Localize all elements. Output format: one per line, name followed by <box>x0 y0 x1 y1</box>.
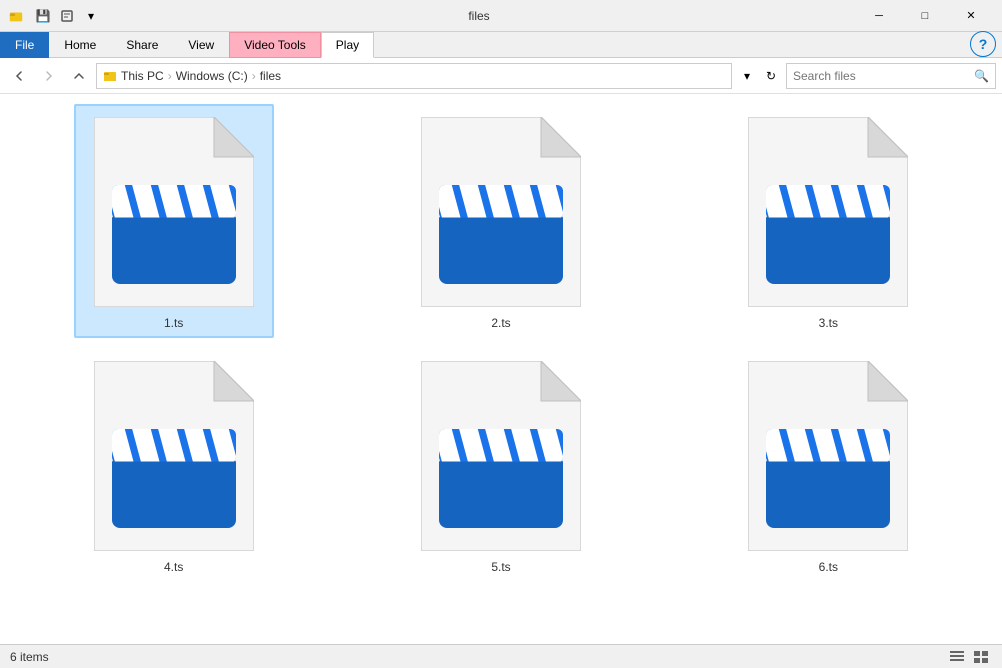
tab-play[interactable]: Play <box>321 32 374 58</box>
file-label: 4.ts <box>164 560 183 574</box>
address-actions: ▾ ↻ <box>736 65 782 87</box>
tab-share[interactable]: Share <box>111 32 173 58</box>
tab-file[interactable]: File <box>0 32 49 58</box>
folder-icon <box>103 69 117 83</box>
view-buttons <box>946 648 992 666</box>
search-input[interactable] <box>793 69 970 83</box>
file-label: 3.ts <box>819 316 838 330</box>
file-item-5.ts[interactable]: 5.ts <box>401 348 601 582</box>
file-label: 6.ts <box>819 560 838 574</box>
file-item-4.ts[interactable]: 4.ts <box>74 348 274 582</box>
file-icon <box>89 112 259 312</box>
refresh-button[interactable]: ↻ <box>760 65 782 87</box>
tab-view[interactable]: View <box>173 32 229 58</box>
properties-quick-btn[interactable] <box>56 5 78 27</box>
file-icon <box>416 112 586 312</box>
breadcrumb-this-pc[interactable]: This PC <box>121 69 164 83</box>
breadcrumb-windows[interactable]: Windows (C:) <box>176 69 248 83</box>
item-count: 6 items <box>10 650 49 664</box>
forward-button[interactable] <box>36 63 62 89</box>
title-bar: 💾 ▾ files ─ □ ✕ <box>0 0 1002 32</box>
tab-video-tools[interactable]: Video Tools <box>229 32 321 58</box>
file-label: 1.ts <box>164 316 183 330</box>
close-button[interactable]: ✕ <box>948 0 994 32</box>
app-icon <box>8 8 24 24</box>
up-button[interactable] <box>66 63 92 89</box>
main-area: 1.ts 2.ts <box>0 94 1002 644</box>
file-item-1.ts[interactable]: 1.ts <box>74 104 274 338</box>
search-bar[interactable]: 🔍 <box>786 63 996 89</box>
file-grid: 1.ts 2.ts <box>0 94 1002 644</box>
file-label: 5.ts <box>491 560 510 574</box>
back-button[interactable] <box>6 63 32 89</box>
minimize-button[interactable]: ─ <box>856 0 902 32</box>
maximize-button[interactable]: □ <box>902 0 948 32</box>
file-item-2.ts[interactable]: 2.ts <box>401 104 601 338</box>
tab-home[interactable]: Home <box>49 32 111 58</box>
file-item-3.ts[interactable]: 3.ts <box>728 104 928 338</box>
navigation-bar: This PC › Windows (C:) › files ▾ ↻ 🔍 <box>0 58 1002 94</box>
address-dropdown-btn[interactable]: ▾ <box>736 65 758 87</box>
file-icon <box>743 112 913 312</box>
details-view-button[interactable] <box>946 648 968 666</box>
save-quick-btn[interactable]: 💾 <box>32 5 54 27</box>
breadcrumb-files[interactable]: files <box>260 69 281 83</box>
window-icon-area <box>8 8 24 24</box>
window-controls: ─ □ ✕ <box>856 0 994 32</box>
file-icon <box>89 356 259 556</box>
ribbon-tabs: File Home Share View Video Tools Play ? <box>0 32 1002 58</box>
dropdown-quick-btn[interactable]: ▾ <box>80 5 102 27</box>
file-item-6.ts[interactable]: 6.ts <box>728 348 928 582</box>
help-button[interactable]: ? <box>970 31 996 57</box>
status-bar: 6 items <box>0 644 1002 668</box>
large-icons-view-button[interactable] <box>970 648 992 666</box>
search-icon: 🔍 <box>974 69 989 83</box>
file-icon <box>743 356 913 556</box>
file-label: 2.ts <box>491 316 510 330</box>
file-icon <box>416 356 586 556</box>
quick-access-bar: 💾 ▾ <box>32 5 102 27</box>
window-title: files <box>106 9 852 23</box>
address-bar[interactable]: This PC › Windows (C:) › files <box>96 63 732 89</box>
